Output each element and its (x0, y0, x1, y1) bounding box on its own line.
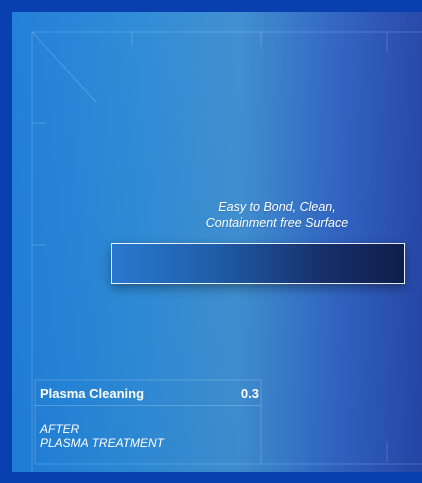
info-subtitle-line-2: PLASMA TREATMENT (40, 436, 165, 450)
caption-line-2: Containment free Surface (205, 216, 349, 230)
info-header: Plasma Cleaning 0.3 (35, 380, 261, 406)
info-subtitle: AFTER PLASMA TREATMENT (40, 422, 164, 450)
info-title: Plasma Cleaning (40, 386, 145, 401)
caption: Easy to Bond, Clean, Containment free Su… (172, 199, 382, 231)
diagonal-line (31, 31, 97, 103)
surface-bar (111, 243, 405, 284)
info-value: 0.3 (240, 386, 259, 401)
caption-line-1: Easy to Bond, Clean, (218, 200, 336, 214)
info-subtitle-line-1: AFTER (40, 422, 80, 436)
content-panel: Easy to Bond, Clean, Containment free Su… (12, 12, 422, 472)
info-box: Plasma Cleaning 0.3 AFTER PLASMA TREATME… (35, 380, 261, 466)
